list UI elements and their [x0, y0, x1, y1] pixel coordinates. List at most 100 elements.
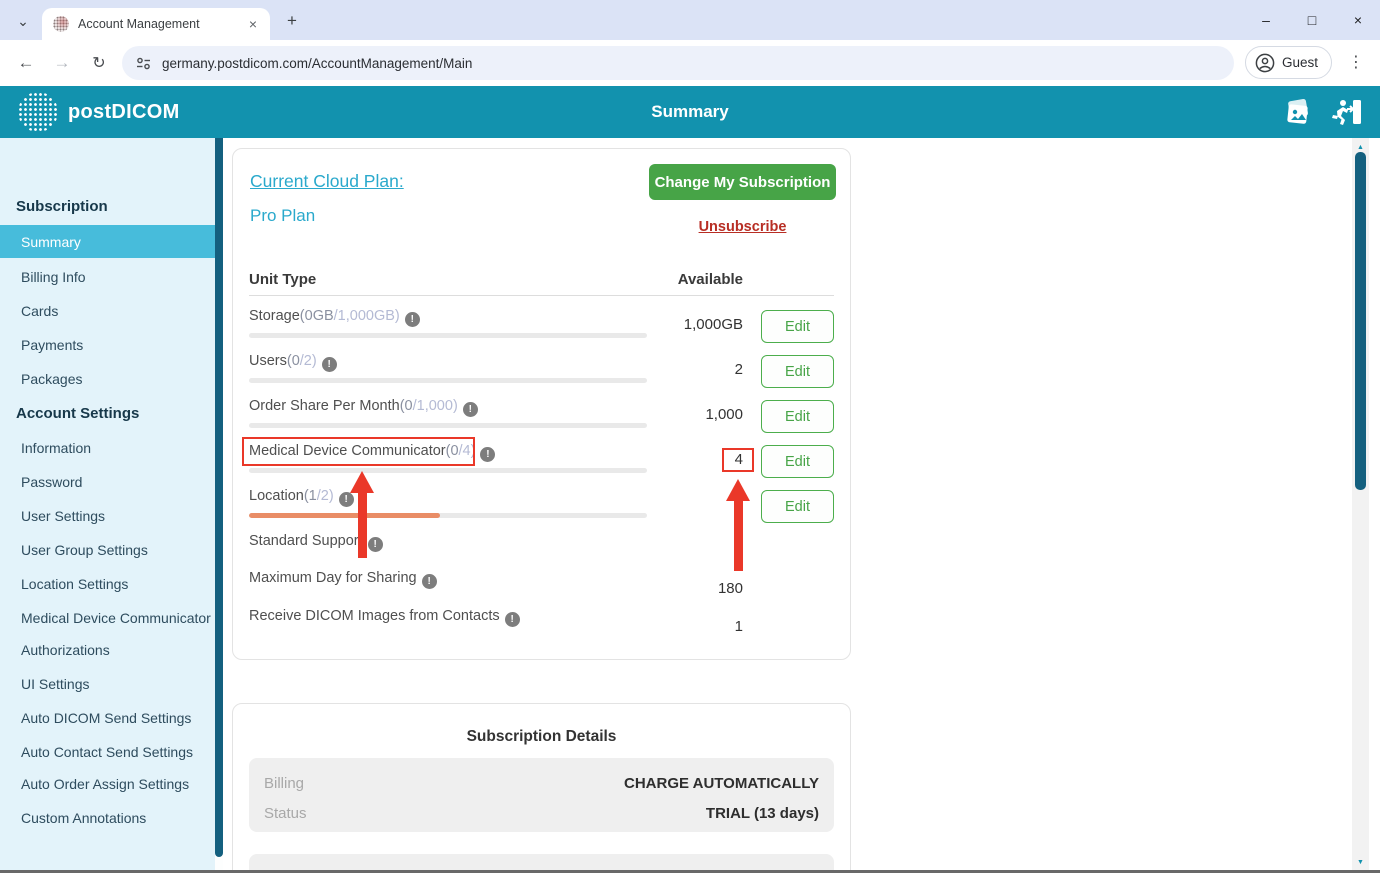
sidebar-item-summary[interactable]: Summary: [0, 225, 215, 258]
unit-label: Storage(0GB/1,000GB)!: [249, 306, 647, 327]
unit-label-cell: Standard Support!: [249, 531, 647, 552]
tab-title: Account Management: [78, 17, 238, 31]
sidebar-item-user-settings[interactable]: User Settings: [0, 506, 215, 526]
unit-used: (0: [400, 398, 413, 414]
browser-menu-icon[interactable]: ⋮: [1348, 52, 1364, 72]
postdicom-favicon-icon: [53, 16, 69, 32]
sidebar-item-authorizations[interactable]: Authorizations: [0, 640, 215, 660]
sidebar-item-auto-contact-send-settings[interactable]: Auto Contact Send Settings: [0, 742, 215, 760]
back-button[interactable]: ←: [14, 51, 38, 75]
window-close-button[interactable]: ×: [1350, 12, 1366, 28]
subscription-details-card: Subscription Details Billing CHARGE AUTO…: [232, 703, 851, 871]
unit-max: /4): [459, 443, 476, 459]
app-body: Subscription Summary Billing Info Cards …: [0, 138, 1380, 871]
logout-icon[interactable]: [1330, 97, 1364, 127]
column-available: Available: [647, 271, 743, 288]
info-icon[interactable]: !: [368, 537, 383, 552]
info-icon[interactable]: !: [422, 574, 437, 589]
scroll-down-icon[interactable]: ▼: [1352, 855, 1369, 869]
unit-used: (0: [287, 353, 300, 369]
sidebar-item-auto-dicom-send-settings[interactable]: Auto DICOM Send Settings: [0, 708, 215, 728]
unit-label-cell: Medical Device Communicator(0/4)!: [249, 441, 647, 478]
window-maximize-button[interactable]: □: [1304, 12, 1320, 28]
unit-name: Standard Support: [249, 533, 363, 549]
sidebar-section-subscription: Subscription: [16, 197, 215, 217]
unit-label-cell: Storage(0GB/1,000GB)!: [249, 306, 647, 343]
unit-label-cell: Location(1/2)!: [249, 486, 647, 523]
usage-bar-fill: [249, 513, 440, 518]
info-icon[interactable]: !: [405, 312, 420, 327]
address-bar[interactable]: germany.postdicom.com/AccountManagement/…: [122, 46, 1234, 80]
page-title: Summary: [651, 86, 728, 138]
unit-row-users: Users(0/2)! 2 Edit: [249, 351, 834, 388]
sidebar-scrollbar-thumb[interactable]: [215, 138, 223, 857]
sidebar-item-packages[interactable]: Packages: [0, 369, 215, 389]
usage-bar: [249, 468, 647, 473]
edit-button[interactable]: Edit: [761, 445, 834, 478]
available-value: 4: [647, 441, 743, 478]
browser-tab[interactable]: Account Management ×: [42, 8, 270, 40]
page-scrollbar-thumb[interactable]: [1355, 152, 1366, 490]
sidebar-item-password[interactable]: Password: [0, 472, 215, 492]
subscription-details-panel: Billing CHARGE AUTOMATICALLY Status TRIA…: [249, 758, 834, 832]
window-minimize-button[interactable]: –: [1258, 12, 1274, 28]
usage-bar: [249, 423, 647, 428]
unsubscribe-link[interactable]: Unsubscribe: [649, 219, 836, 235]
site-settings-icon[interactable]: [135, 55, 152, 72]
sidebar-item-billing-info[interactable]: Billing Info: [0, 267, 215, 287]
available-value: 180: [647, 568, 743, 597]
unit-used: (1: [304, 488, 317, 504]
info-icon[interactable]: !: [322, 357, 337, 372]
sidebar-item-payments[interactable]: Payments: [0, 335, 215, 355]
unit-label-cell: Users(0/2)!: [249, 351, 647, 388]
new-tab-button[interactable]: +: [280, 9, 304, 33]
change-subscription-button[interactable]: Change My Subscription: [649, 164, 836, 200]
sidebar-item-information[interactable]: Information: [0, 438, 215, 458]
browser-window: ⌄ Account Management × + – □ × ← → ↻ ger…: [0, 0, 1380, 880]
unit-used: (0: [446, 443, 459, 459]
info-icon[interactable]: !: [339, 492, 354, 507]
image-stack-icon[interactable]: [1282, 97, 1314, 127]
refresh-button[interactable]: ↻: [87, 51, 111, 75]
info-icon[interactable]: !: [463, 402, 478, 417]
sidebar-item-auto-order-assign-settings[interactable]: Auto Order Assign Settings: [0, 774, 215, 794]
available-value: 2: [647, 351, 743, 388]
tab-close-icon[interactable]: ×: [244, 15, 262, 33]
unit-name: Storage: [249, 308, 300, 324]
profile-label: Guest: [1282, 55, 1318, 70]
profile-button[interactable]: Guest: [1245, 46, 1332, 79]
brand-name: postDICOM: [68, 101, 180, 124]
edit-button[interactable]: Edit: [761, 490, 834, 523]
postdicom-logo-icon: [18, 92, 58, 132]
edit-button[interactable]: Edit: [761, 310, 834, 343]
forward-button[interactable]: →: [50, 51, 74, 75]
unit-name: Receive DICOM Images from Contacts: [249, 608, 500, 624]
sidebar-item-location-settings[interactable]: Location Settings: [0, 574, 215, 594]
info-icon[interactable]: !: [505, 612, 520, 627]
sidebar-item-cards[interactable]: Cards: [0, 301, 215, 321]
unit-name: Location: [249, 488, 304, 504]
brand[interactable]: postDICOM: [18, 92, 180, 132]
unit-label: Users(0/2)!: [249, 351, 647, 372]
info-icon[interactable]: !: [480, 447, 495, 462]
app-header: postDICOM Summary: [0, 86, 1380, 138]
sidebar-item-ui-settings[interactable]: UI Settings: [0, 674, 215, 694]
subscription-details-title: Subscription Details: [233, 728, 850, 746]
table-divider: [249, 295, 834, 296]
current-plan-heading: Current Cloud Plan:: [250, 171, 404, 192]
sidebar-item-custom-annotations[interactable]: Custom Annotations: [0, 808, 215, 828]
sidebar-nav: Subscription Summary Billing Info Cards …: [0, 138, 215, 828]
unit-max: /1,000GB): [334, 308, 400, 324]
detail-label: Status: [264, 805, 307, 822]
unit-name: Medical Device Communicator: [249, 443, 446, 459]
tab-search-button[interactable]: ⌄: [10, 8, 36, 34]
sidebar-item-medical-device-communicator[interactable]: Medical Device Communicator: [0, 608, 215, 626]
url-text[interactable]: germany.postdicom.com/AccountManagement/…: [162, 56, 472, 71]
unit-label: Receive DICOM Images from Contacts!: [249, 606, 647, 627]
edit-button[interactable]: Edit: [761, 400, 834, 433]
page-scrollbar[interactable]: ▲ ▼: [1352, 138, 1369, 871]
sidebar-item-user-group-settings[interactable]: User Group Settings: [0, 540, 215, 560]
edit-button[interactable]: Edit: [761, 355, 834, 388]
available-value: [647, 486, 743, 523]
sidebar-section-account-settings: Account Settings: [16, 404, 215, 424]
